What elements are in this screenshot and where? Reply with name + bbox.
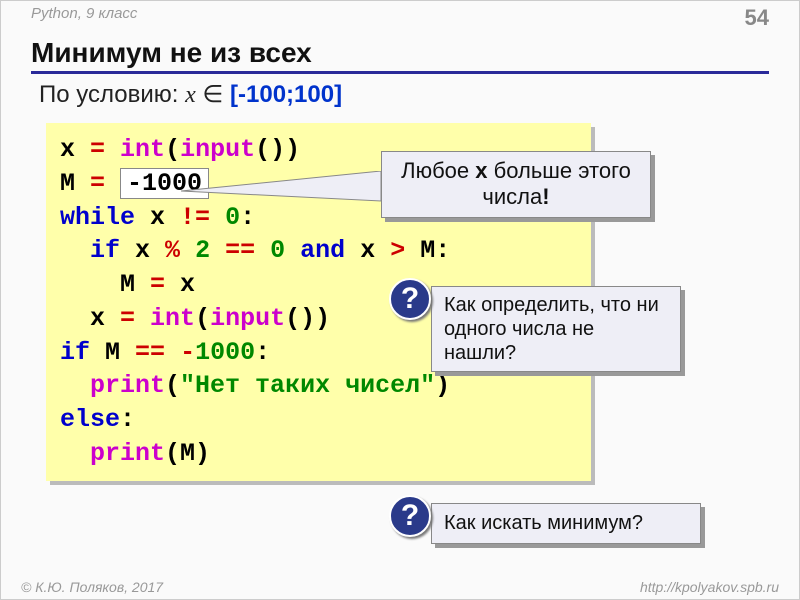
value-patch: -1000 <box>120 168 209 199</box>
condition-line: По условию: x ∈ [-100;100] <box>39 80 769 109</box>
slide-header: Python, 9 класс 54 <box>1 1 799 31</box>
question-mark-icon: ? <box>389 495 431 537</box>
question-mark-icon: ? <box>389 278 431 320</box>
slide-title: Минимум не из всех <box>31 37 312 68</box>
callout-how-detect: Как определить, что ни одного числа не н… <box>431 286 681 372</box>
condition-label: По условию: <box>39 81 185 108</box>
callout-any-x: Любое x больше этого числа! <box>381 151 651 218</box>
condition-range: [-100;100] <box>230 81 342 108</box>
footer-url: http://kpolyakov.spb.ru <box>640 579 779 595</box>
title-row: Минимум не из всех <box>31 37 769 74</box>
condition-sym: ∈ <box>196 81 230 108</box>
condition-var: x <box>185 82 196 108</box>
slide-footer: © К.Ю. Поляков, 2017 http://kpolyakov.sp… <box>1 579 799 595</box>
course-label: Python, 9 класс <box>31 5 137 31</box>
callout-find-min: Как искать минимум? <box>431 503 701 544</box>
copyright: © К.Ю. Поляков, 2017 <box>21 579 163 595</box>
page-number: 54 <box>745 5 769 31</box>
